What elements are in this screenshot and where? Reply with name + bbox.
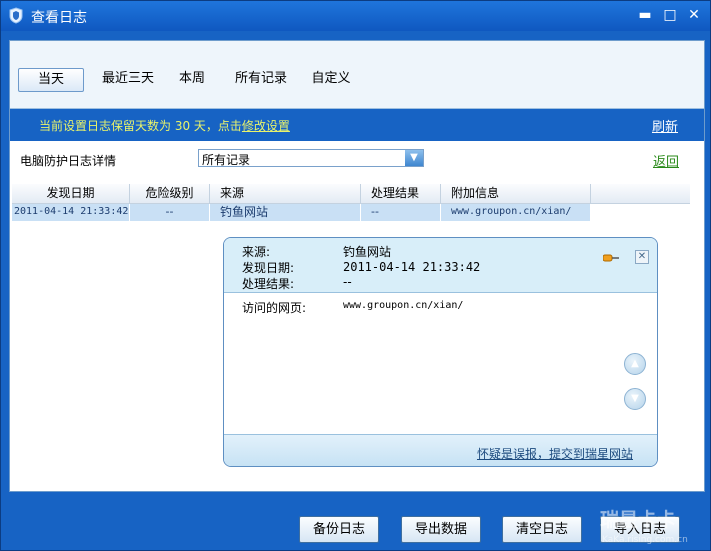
rising-kaka-watermark: 瑞星卡卡 KaKa.rising.com.cn xyxy=(600,508,688,545)
popup-date-value: 2011-04-14 21:33:42 xyxy=(343,260,481,274)
popup-result-key: 处理结果: xyxy=(242,277,295,291)
retention-info-bar: 当前设置日志保留天数为 30 天，点击修改设置 刷新 xyxy=(10,109,704,141)
visited-page-value: www.groupon.cn/xian/ xyxy=(343,300,464,311)
cell-result: -- xyxy=(361,204,441,221)
tab-custom[interactable]: 自定义 xyxy=(306,68,356,92)
cell-date: 2011-04-14 21:33:42 xyxy=(12,204,130,221)
record-filter-value: 所有记录 xyxy=(202,153,251,167)
close-button[interactable]: ✕ xyxy=(685,6,703,24)
popup-close-icon[interactable]: ✕ xyxy=(635,250,649,264)
popup-header: 来源: 钓鱼网站 发现日期: 2011-04-14 21:33:42 处理结果:… xyxy=(224,238,657,293)
tab-today[interactable]: 当天 xyxy=(18,68,84,92)
scroll-down-icon[interactable]: ▼ xyxy=(624,388,646,410)
report-false-positive-link[interactable]: 怀疑是误报，提交到瑞星网站 xyxy=(477,445,633,462)
popup-source-key: 来源: xyxy=(242,245,271,259)
rising-shield-icon xyxy=(9,7,23,24)
chevron-down-icon[interactable]: ▼ xyxy=(405,150,423,166)
popup-footer: 怀疑是误报，提交到瑞星网站 xyxy=(224,434,657,466)
column-header-source[interactable]: 来源 xyxy=(210,184,361,204)
title-bar[interactable]: 查看日志 ▬ □ ✕ xyxy=(1,1,710,31)
tab-last-three-days[interactable]: 最近三天 xyxy=(90,68,166,92)
modify-settings-link[interactable]: 修改设置 xyxy=(242,119,290,133)
maximize-button[interactable]: □ xyxy=(661,6,679,24)
clear-log-button[interactable]: 清空日志 xyxy=(502,516,582,543)
client-area: 当天 最近三天 本周 所有记录 自定义 当前设置日志保留天数为 30 天，点击修… xyxy=(9,40,705,492)
scroll-up-icon[interactable]: ▲ xyxy=(624,353,646,375)
watermark-line2: KaKa.rising.com.cn xyxy=(602,535,688,545)
log-viewer-window: 查看日志 ▬ □ ✕ 当天 最近三天 本周 所有记录 自定义 当前设置日志保留天… xyxy=(0,0,711,551)
popup-date-key: 发现日期: xyxy=(242,261,295,275)
retention-info: 当前设置日志保留天数为 30 天，点击修改设置 xyxy=(39,117,290,134)
cell-level: -- xyxy=(130,204,210,221)
log-type-label: 电脑防护日志详情 xyxy=(20,154,117,168)
backup-log-button[interactable]: 备份日志 xyxy=(299,516,379,543)
pin-icon[interactable] xyxy=(603,253,619,263)
log-detail-panel: 电脑防护日志详情 所有记录 ▼ 返回 发现日期 危险级别 来源 处理结果 附加信… xyxy=(10,141,704,491)
refresh-link[interactable]: 刷新 xyxy=(652,116,678,135)
visited-page-key: 访问的网页: xyxy=(242,301,307,315)
back-link[interactable]: 返回 xyxy=(653,151,679,170)
column-header-level[interactable]: 危险级别 xyxy=(130,184,210,204)
table-header: 发现日期 危险级别 来源 处理结果 附加信息 xyxy=(12,184,690,204)
column-header-date[interactable]: 发现日期 xyxy=(12,184,130,204)
minimize-button[interactable]: ▬ xyxy=(636,6,654,24)
column-header-result[interactable]: 处理结果 xyxy=(361,184,441,204)
log-detail-popup: 来源: 钓鱼网站 发现日期: 2011-04-14 21:33:42 处理结果:… xyxy=(223,237,658,467)
date-range-tabs: 当天 最近三天 本周 所有记录 自定义 xyxy=(10,41,704,109)
popup-source-value: 钓鱼网站 xyxy=(343,245,392,259)
cell-extra: www.groupon.cn/xian/ xyxy=(441,204,591,221)
watermark-line1: 瑞星卡卡 xyxy=(600,508,676,531)
popup-result-value: -- xyxy=(343,275,352,289)
window-title: 查看日志 xyxy=(31,10,87,26)
tab-this-week[interactable]: 本周 xyxy=(170,68,214,92)
cell-source: 钓鱼网站 xyxy=(210,204,361,221)
retention-text: 当前设置日志保留天数为 30 天，点击 xyxy=(39,119,242,133)
tab-all-records[interactable]: 所有记录 xyxy=(230,68,292,92)
export-data-button[interactable]: 导出数据 xyxy=(401,516,481,543)
record-filter-select[interactable]: 所有记录 ▼ xyxy=(198,149,424,167)
column-header-extra[interactable]: 附加信息 xyxy=(441,184,591,204)
